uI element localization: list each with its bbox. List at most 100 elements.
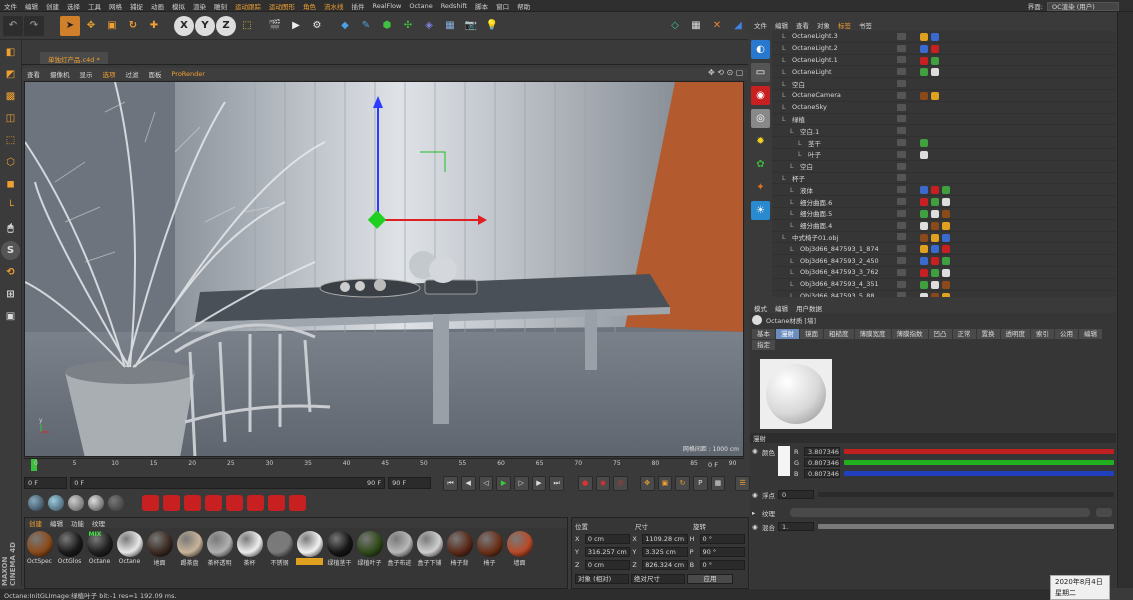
material-tab[interactable]: 凹凸 [928, 329, 952, 339]
object-row[interactable]: L OctaneLight [772, 66, 1116, 79]
visibility-toggle[interactable] [897, 233, 906, 241]
coord-field-pos[interactable]: 316.257 cm [584, 547, 631, 557]
material-swatch[interactable]: 椅子 [476, 531, 503, 569]
menu-item[interactable]: 流水线 [320, 1, 348, 11]
material-swatch[interactable]: 地面 [146, 531, 173, 569]
x-axis-icon[interactable]: X [174, 15, 194, 36]
camera-icon[interactable]: 📷 [461, 16, 481, 36]
subdivision-icon[interactable]: ⬢ [377, 16, 397, 36]
object-menu-item[interactable]: 书签 [855, 20, 876, 30]
object-tag-icon[interactable] [942, 269, 950, 277]
texture-more-button[interactable] [1096, 508, 1112, 517]
visibility-toggle[interactable] [897, 68, 906, 76]
z-axis-icon[interactable]: Z [216, 15, 236, 36]
channel-slider[interactable] [844, 460, 1114, 465]
recent-tool-icon[interactable]: ✚ [144, 16, 164, 36]
visibility-toggle[interactable] [897, 44, 906, 52]
attribute-menu-item[interactable]: 编辑 [771, 303, 792, 313]
object-row[interactable]: L 空白.1 [772, 125, 1116, 138]
material-tab[interactable]: 镜面 [800, 329, 823, 339]
array-icon[interactable]: ✣ [398, 16, 418, 36]
object-row[interactable]: L OctaneLight.2 [772, 43, 1116, 55]
object-tag-icon[interactable] [942, 210, 950, 218]
object-tag-icon[interactable] [931, 257, 939, 266]
key-param-icon[interactable]: P [692, 475, 708, 491]
attribute-menu-item[interactable]: 用户数据 [792, 303, 826, 313]
object-menu-item[interactable]: 对象 [813, 20, 834, 30]
document-tab[interactable]: 单独灯产品.c4d * [40, 52, 108, 64]
object-row[interactable]: L 叶子 [772, 149, 1116, 161]
material-swatch[interactable]: MIX Octane [86, 531, 113, 569]
object-row[interactable]: L 绿植 [772, 114, 1116, 126]
menu-item[interactable]: 窗口 [492, 1, 513, 11]
object-tag-icon[interactable] [920, 139, 928, 148]
range-slider[interactable]: 90 F 0 F [70, 477, 386, 489]
material-swatch[interactable]: 踢茶盘 [176, 531, 203, 569]
octane-scatter-icon[interactable] [289, 495, 306, 511]
layout-icon[interactable]: ◇ [665, 16, 685, 36]
material-tab[interactable]: 正常 [952, 329, 976, 339]
visibility-toggle[interactable] [897, 268, 906, 276]
key-scale-icon[interactable]: ▣ [657, 475, 673, 491]
coord-field-pos[interactable]: 0 cm [584, 560, 631, 570]
material-menu-item[interactable]: 功能 [67, 518, 88, 528]
material-swatch[interactable]: 墙面 [506, 531, 533, 569]
object-tag-icon[interactable] [920, 44, 928, 53]
object-tag-icon[interactable] [931, 56, 939, 65]
object-tag-icon[interactable] [920, 233, 928, 242]
interface-select[interactable]: OC渲染 (用户) [1047, 1, 1119, 11]
viewport-menu-item[interactable]: 显示 [75, 69, 98, 79]
material-tab[interactable]: 指定 [752, 340, 775, 350]
octane-camera-icon[interactable] [226, 495, 243, 511]
object-tag-icon[interactable] [920, 33, 928, 41]
channel-value-field[interactable]: 0.807346 [804, 469, 840, 478]
object-menu-item[interactable]: 查看 [792, 20, 813, 30]
visibility-toggle[interactable] [897, 280, 906, 288]
octane-arealight-icon[interactable] [184, 495, 201, 511]
object-menu-item[interactable]: 编辑 [771, 20, 792, 30]
key-rotation-icon[interactable]: ↻ [675, 475, 690, 491]
start-frame-field[interactable]: 0 F [24, 477, 68, 489]
timeline-menu-icon[interactable]: ☰ [735, 475, 750, 491]
visibility-toggle[interactable] [897, 103, 906, 111]
menu-item[interactable]: 脚本 [471, 1, 492, 11]
material-menu-item[interactable]: 创建 [25, 518, 46, 528]
menu-item[interactable]: 网格 [105, 1, 126, 11]
material-swatch[interactable]: 椅子背 [446, 531, 473, 569]
play-icon[interactable]: ▶ [496, 475, 511, 491]
object-tag-icon[interactable] [931, 186, 939, 195]
workplane-icon[interactable]: ◢ [728, 16, 748, 36]
object-row[interactable]: L Obj3d66_847593_1_874 [772, 243, 1116, 256]
key-pla-icon[interactable]: ▦ [710, 475, 726, 491]
make-editable-icon[interactable]: ◧ [1, 43, 20, 62]
object-row[interactable]: L 细分曲面.6 [772, 196, 1116, 208]
float-slider[interactable] [818, 492, 1114, 497]
material-swatch[interactable]: 茶杯 [236, 531, 263, 569]
object-tag-icon[interactable] [920, 269, 928, 277]
material-tab[interactable]: 公用 [1055, 329, 1078, 339]
object-row[interactable]: L 液体 [772, 184, 1116, 197]
object-tag-icon[interactable] [920, 292, 928, 297]
object-tag-icon[interactable] [920, 210, 928, 218]
channel-value-field[interactable]: 0.807346 [804, 458, 840, 467]
material-tab[interactable]: 漫射 [776, 329, 799, 339]
undo-icon[interactable]: ↶ [3, 15, 23, 36]
object-tag-icon[interactable] [920, 221, 928, 230]
model-mode-icon[interactable]: ◩ [1, 65, 20, 84]
mix-radio-icon[interactable]: ◉ [752, 523, 758, 531]
object-tag-icon[interactable] [920, 56, 928, 65]
timeline-ruler[interactable]: 0 F 0 5 10 15 20 25 30 35 40 45 50 55 60 65 70 75 80 85 90 [24, 458, 744, 472]
coord-field-size[interactable]: 826.324 cm [642, 560, 688, 570]
object-tag-icon[interactable] [942, 257, 950, 266]
object-tag-icon[interactable] [942, 233, 950, 242]
object-tag-icon[interactable] [931, 221, 939, 230]
object-row[interactable]: L 空白 [772, 78, 1116, 90]
y-axis-icon[interactable]: Y [195, 15, 215, 36]
viewport-menu-item[interactable]: 过滤 [121, 69, 144, 79]
object-tag-icon[interactable] [920, 186, 928, 195]
object-row[interactable]: L OctaneSky [772, 102, 1116, 114]
viewport-menu-item[interactable]: ProRender [167, 70, 210, 78]
texture-slot[interactable] [790, 508, 1090, 517]
object-tag-icon[interactable] [920, 68, 928, 77]
object-tag-icon[interactable] [942, 221, 950, 230]
